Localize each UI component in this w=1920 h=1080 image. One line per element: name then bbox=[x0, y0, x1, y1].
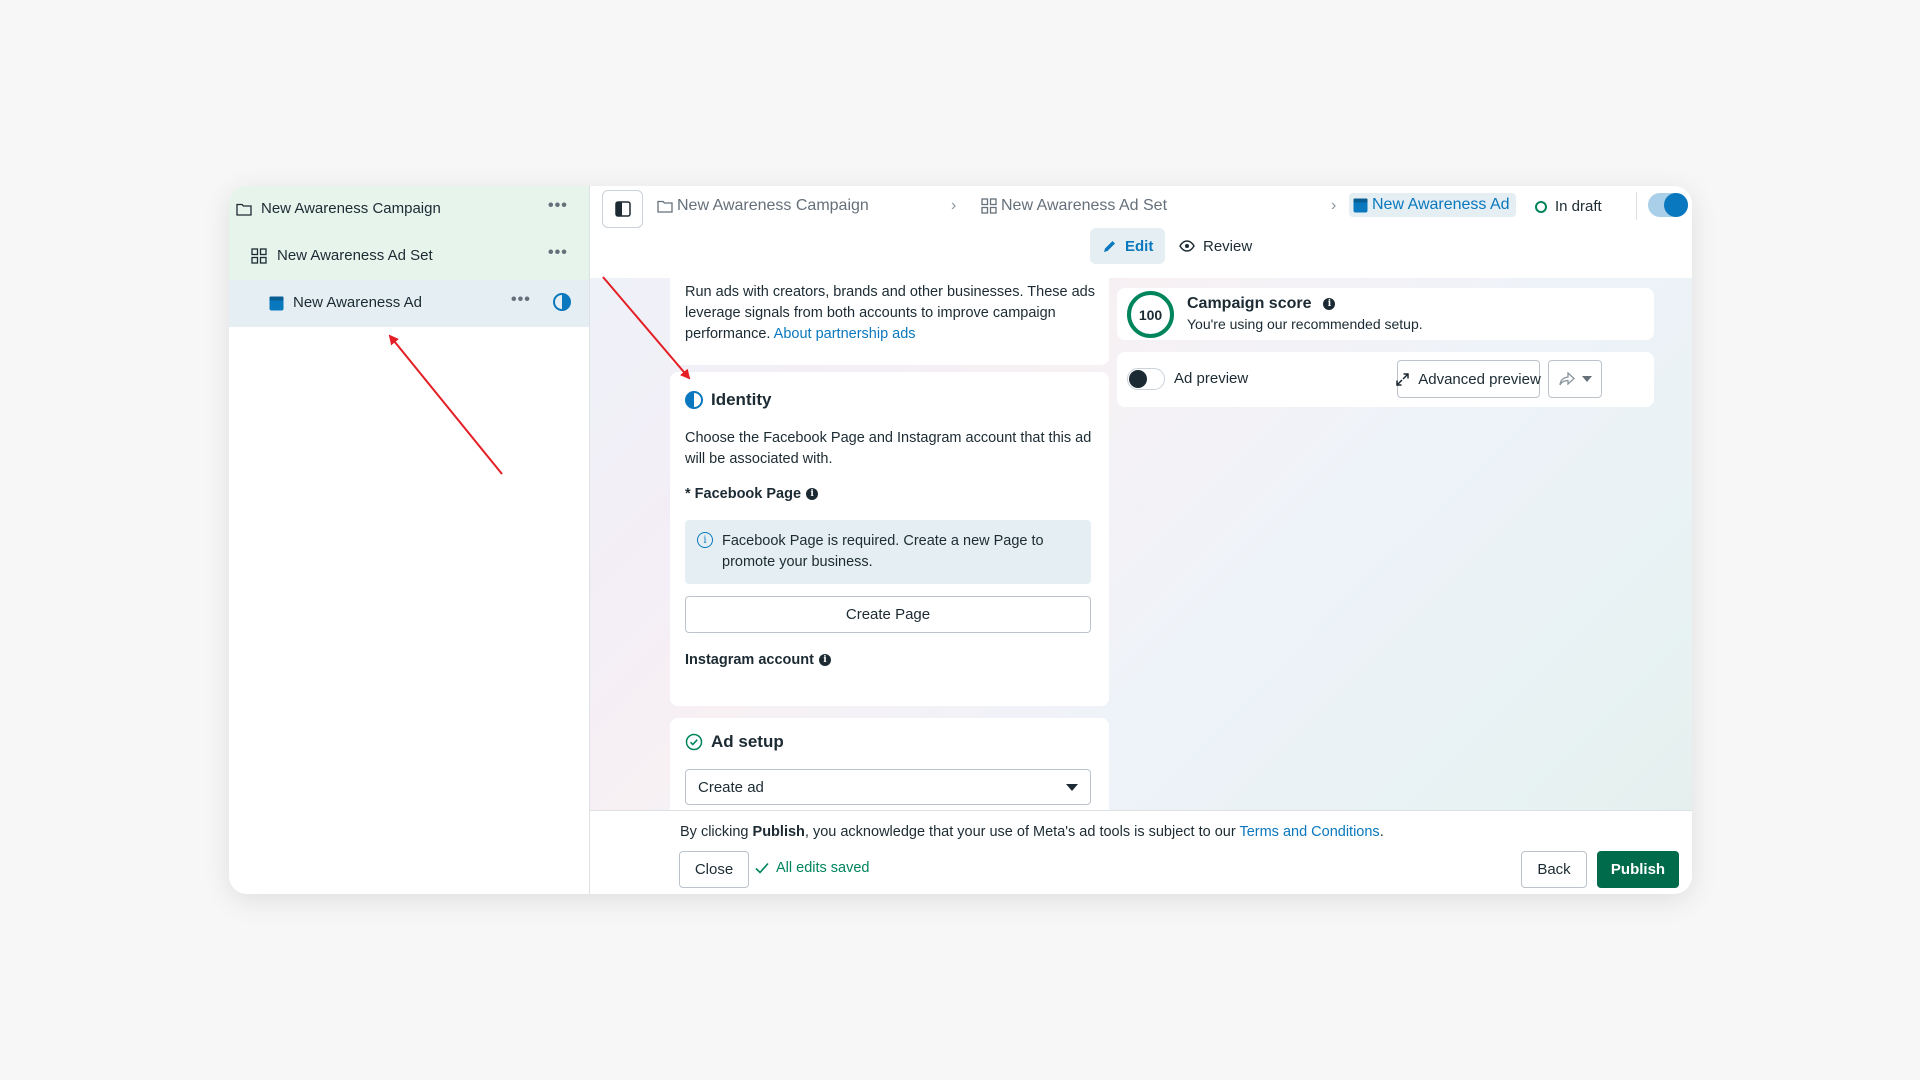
ad-icon bbox=[267, 294, 285, 312]
ad-preview-label: Ad preview bbox=[1174, 370, 1249, 387]
sidebar-panel-icon bbox=[614, 201, 631, 217]
sidebar-item-adset[interactable]: New Awareness Ad Set ••• bbox=[229, 233, 589, 280]
facebook-page-label: * Facebook Page i bbox=[685, 486, 819, 502]
main-area: New Awareness Campaign › New Awareness A… bbox=[590, 186, 1692, 894]
eye-icon bbox=[1179, 240, 1195, 252]
breadcrumb-separator: › bbox=[1331, 197, 1337, 214]
divider bbox=[1636, 192, 1637, 220]
about-partnership-ads-link[interactable]: About partnership ads bbox=[774, 326, 916, 342]
identity-title: Identity bbox=[685, 390, 771, 410]
in-progress-icon bbox=[553, 293, 571, 311]
folder-icon bbox=[235, 200, 253, 218]
breadcrumb-separator: › bbox=[951, 197, 957, 214]
campaign-score-title: Campaign score i bbox=[1187, 295, 1336, 313]
ads-manager-window: New Awareness Campaign ••• New Awareness… bbox=[229, 186, 1692, 894]
sidebar-item-label: New Awareness Ad bbox=[293, 294, 422, 311]
more-options-icon[interactable]: ••• bbox=[548, 244, 568, 262]
partnership-ads-card: Run ads with creators, brands and other … bbox=[670, 278, 1109, 365]
chevron-down-icon bbox=[1581, 376, 1592, 382]
publish-button[interactable]: Publish bbox=[1597, 851, 1679, 888]
ad-preview-toggle[interactable] bbox=[1127, 368, 1165, 390]
back-button[interactable]: Back bbox=[1521, 851, 1587, 888]
share-dropdown-button[interactable] bbox=[1548, 360, 1602, 398]
advanced-preview-button[interactable]: Advanced preview bbox=[1396, 360, 1541, 398]
tab-review[interactable]: Review bbox=[1167, 228, 1264, 264]
tab-edit[interactable]: Edit bbox=[1090, 228, 1166, 264]
campaign-tree-sidebar: New Awareness Campaign ••• New Awareness… bbox=[229, 186, 590, 894]
close-button[interactable]: Close bbox=[679, 851, 749, 888]
info-icon[interactable]: i bbox=[1323, 298, 1336, 310]
info-icon[interactable]: i bbox=[806, 488, 819, 500]
campaign-score-gauge: 100 bbox=[1127, 291, 1174, 338]
terms-and-conditions-link[interactable]: Terms and Conditions bbox=[1239, 824, 1379, 840]
ad-on-off-toggle[interactable] bbox=[1648, 193, 1688, 217]
info-icon[interactable]: i bbox=[818, 654, 831, 666]
instagram-account-label: Instagram account i bbox=[685, 652, 831, 668]
checkmark-icon bbox=[755, 862, 769, 874]
share-icon bbox=[1558, 372, 1575, 386]
draft-status-icon bbox=[1535, 200, 1547, 213]
ad-setup-title: Ad setup bbox=[685, 732, 784, 752]
campaign-score-card: 100 Campaign score i You're using our re… bbox=[1117, 288, 1654, 340]
ad-creation-select[interactable]: Create ad bbox=[685, 769, 1091, 805]
partnership-description: Run ads with creators, brands and other … bbox=[685, 284, 1095, 342]
in-progress-icon bbox=[685, 391, 703, 409]
ad-setup-card: Ad setup Create ad bbox=[670, 718, 1109, 810]
pencil-icon bbox=[1102, 239, 1117, 254]
ad-preview-card: Ad preview Advanced preview bbox=[1117, 352, 1654, 407]
create-page-button[interactable]: Create Page bbox=[685, 596, 1091, 633]
save-status: All edits saved bbox=[755, 860, 870, 876]
ad-icon bbox=[1353, 198, 1368, 213]
terms-notice: By clicking Publish, you acknowledge tha… bbox=[680, 824, 1384, 840]
sidebar-item-label: New Awareness Ad Set bbox=[277, 247, 433, 264]
info-circle-icon: i bbox=[697, 532, 713, 548]
top-bar: New Awareness Campaign › New Awareness A… bbox=[590, 186, 1692, 278]
more-options-icon[interactable]: ••• bbox=[548, 197, 568, 215]
grid-icon bbox=[981, 198, 997, 214]
breadcrumb-ad[interactable]: New Awareness Ad bbox=[1349, 193, 1516, 217]
folder-icon bbox=[657, 199, 673, 213]
toggle-sidebar-button[interactable] bbox=[602, 190, 643, 228]
expand-icon bbox=[1396, 372, 1409, 386]
grid-icon bbox=[250, 247, 268, 265]
footer-bar: By clicking Publish, you acknowledge tha… bbox=[590, 810, 1692, 894]
status-badge: In draft bbox=[1535, 198, 1602, 215]
facebook-page-required-notice: i Facebook Page is required. Create a ne… bbox=[685, 520, 1091, 584]
identity-description: Choose the Facebook Page and Instagram a… bbox=[685, 430, 1092, 467]
more-options-icon[interactable]: ••• bbox=[511, 291, 531, 309]
breadcrumb-campaign[interactable]: New Awareness Campaign bbox=[657, 197, 869, 215]
breadcrumb-adset[interactable]: New Awareness Ad Set bbox=[981, 197, 1167, 215]
identity-card: Identity Choose the Facebook Page and In… bbox=[670, 372, 1109, 706]
campaign-score-subtitle: You're using our recommended setup. bbox=[1187, 316, 1423, 332]
chevron-down-icon bbox=[1066, 784, 1078, 791]
check-circle-icon bbox=[685, 733, 703, 751]
sidebar-item-ad[interactable]: New Awareness Ad ••• bbox=[229, 280, 589, 327]
sidebar-item-campaign[interactable]: New Awareness Campaign ••• bbox=[229, 186, 589, 233]
editor-canvas: Run ads with creators, brands and other … bbox=[590, 278, 1692, 810]
sidebar-item-label: New Awareness Campaign bbox=[261, 200, 441, 217]
